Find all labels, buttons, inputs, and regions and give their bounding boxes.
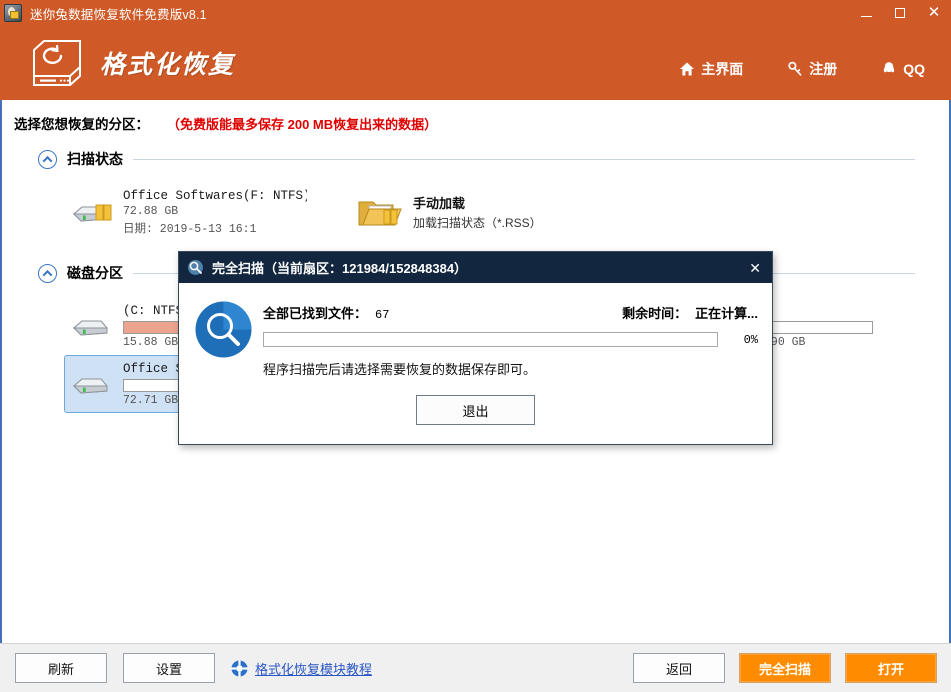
manual-load-subtitle: 加载扫描状态（*.RSS） [413, 216, 542, 230]
lifebuoy-icon [231, 660, 248, 676]
exit-button[interactable]: 退出 [416, 395, 535, 425]
maximize-icon [895, 8, 905, 18]
full-scan-button[interactable]: 完全扫描 [739, 653, 831, 683]
section-title-disk-partitions: 磁盘分区 [67, 265, 123, 281]
found-files-label: 全部已找到文件： [263, 306, 368, 321]
scan-status-item-office-f[interactable]: Office Softwares(F: NTFS) 72.88 GB 日期: 2… [64, 183, 314, 241]
drive-size: 72.88 GB [123, 204, 179, 218]
drive-meta: Office Softwares(F: NTFS) 72.88 GB 日期: 2… [123, 189, 307, 236]
maximize-button[interactable] [883, 0, 917, 26]
scan-progress-percent: 0% [743, 332, 758, 347]
bottom-right-group: 返回 完全扫描 打开 [633, 653, 937, 683]
application-window: 迷你兔数据恢复软件免费版v8.1 ✕ 格式化恢复 主界面 注册 QQ 选择您想恢… [0, 0, 951, 692]
scan-progress-bar [263, 332, 718, 347]
brand-title: 格式化恢复 [100, 52, 236, 79]
close-window-button[interactable]: ✕ [917, 0, 951, 26]
drive-meta: 手动加载 加载扫描状态（*.RSS） [413, 193, 593, 231]
select-label: 选择您想恢复的分区： [14, 117, 149, 132]
dialog-title: 完全扫描（当前扇区：121984/152848384） [212, 261, 468, 276]
manual-load-title: 手动加载 [413, 196, 466, 211]
nav-item-register[interactable]: 注册 [787, 59, 837, 79]
chevron-up-icon[interactable] [38, 149, 57, 169]
dialog-close-button[interactable]: ✕ [749, 261, 761, 275]
dialog-body: 全部已找到文件： 67 剩余时间： 正在计算... 0% 程序扫描完后请选择需要… [179, 283, 772, 445]
drive-date: 日期: 2019-5-13 16:1 [123, 222, 257, 236]
section-divider [133, 158, 915, 160]
dialog-title-bar: 完全扫描（当前扇区：121984/152848384） ✕ [179, 252, 772, 283]
scan-app-icon [188, 260, 203, 275]
refresh-button[interactable]: 刷新 [15, 653, 107, 683]
key-icon [788, 61, 802, 76]
nav-label-register: 注册 [809, 61, 838, 77]
qq-penguin-icon [884, 62, 895, 73]
dialog-status-row: 全部已找到文件： 67 剩余时间： 正在计算... [263, 303, 758, 322]
hard-drive-icon [72, 204, 112, 222]
header-banner: 格式化恢复 主界面 注册 QQ [0, 26, 951, 100]
disk-refresh-icon [33, 40, 81, 86]
dialog-progress-row: 0% [263, 332, 758, 347]
remaining-time-group: 剩余时间： 正在计算... [622, 303, 758, 322]
title-bar: 迷你兔数据恢复软件免费版v8.1 ✕ [0, 0, 951, 26]
nav-label-home: 主界面 [701, 61, 744, 77]
scan-status-list: Office Softwares(F: NTFS) 72.88 GB 日期: 2… [2, 169, 949, 241]
found-files-value: 67 [375, 308, 390, 322]
drive-name: Office Softwares(F: NTFS) [123, 188, 307, 203]
nav-item-home[interactable]: 主界面 [679, 59, 743, 79]
full-scan-dialog: 完全扫描（当前扇区：121984/152848384） ✕ 全部已找到文件： 6… [178, 251, 773, 445]
dialog-actions: 退出 [179, 395, 772, 425]
folder-open-icon [358, 201, 402, 226]
remaining-time-value: 正在计算... [695, 306, 758, 321]
nav-item-qq[interactable]: QQ [881, 61, 925, 77]
open-button[interactable]: 打开 [845, 653, 937, 683]
close-icon: ✕ [927, 3, 941, 21]
bottom-toolbar: 刷新 设置 格式化恢复模块教程 返回 完全扫描 打开 [0, 643, 951, 692]
back-button[interactable]: 返回 [633, 653, 725, 683]
section-title-scan-status: 扫描状态 [67, 151, 123, 167]
hard-drive-icon [72, 378, 109, 394]
hard-drive-icon [72, 320, 109, 336]
partition-select-prompt: 选择您想恢复的分区： （免费版能最多保存 200 MB恢复出来的数据） [2, 100, 949, 133]
chevron-up-icon[interactable] [38, 263, 57, 283]
remaining-time-label: 剩余时间： [622, 306, 688, 321]
help-tutorial-label: 格式化恢复模块教程 [255, 661, 373, 677]
section-scan-status: 扫描状态 Office Softwares(F: NTFS) 72.88 GB … [2, 149, 949, 241]
help-tutorial-link[interactable]: 格式化恢复模块教程 [231, 659, 372, 678]
minimize-button[interactable] [849, 0, 883, 26]
free-version-note: （免费版能最多保存 200 MB恢复出来的数据） [167, 117, 438, 132]
section-header-scan-status[interactable]: 扫描状态 [2, 149, 949, 169]
app-logo-icon [4, 4, 22, 22]
home-icon [680, 62, 695, 76]
header-nav: 主界面 注册 QQ [679, 59, 925, 79]
window-controls: ✕ [849, 0, 951, 26]
scan-status-item-manual-load[interactable]: 手动加载 加载扫描状态（*.RSS） [350, 183, 600, 241]
magnifier-scan-icon [195, 301, 252, 358]
bottom-left-group: 刷新 设置 格式化恢复模块教程 [15, 653, 372, 683]
dialog-hint-text: 程序扫描完后请选择需要恢复的数据保存即可。 [263, 362, 537, 377]
brand: 格式化恢复 [30, 38, 235, 88]
nav-label-qq: QQ [903, 61, 925, 77]
minimize-icon [860, 16, 872, 17]
window-title: 迷你兔数据恢复软件免费版v8.1 [30, 7, 207, 22]
settings-button[interactable]: 设置 [123, 653, 215, 683]
